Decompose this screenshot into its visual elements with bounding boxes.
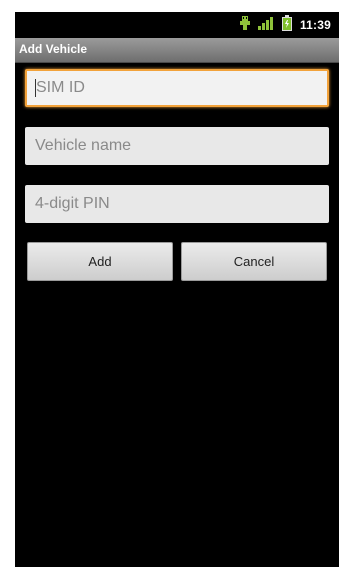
sim-id-placeholder: SIM ID xyxy=(36,79,85,96)
title-bar: Add Vehicle xyxy=(15,38,339,63)
battery-icon xyxy=(281,14,292,36)
status-bar: 11:39 xyxy=(15,12,339,38)
phone-screen: 11:39 Add Vehicle SIM ID Vehicle name 4-… xyxy=(15,12,339,567)
vehicle-name-placeholder: Vehicle name xyxy=(35,137,132,154)
cancel-button[interactable]: Cancel xyxy=(181,242,327,281)
pin-placeholder: 4-digit PIN xyxy=(35,195,110,212)
usb-debug-icon xyxy=(239,15,250,35)
pin-field[interactable]: 4-digit PIN xyxy=(25,185,329,223)
add-button[interactable]: Add xyxy=(27,242,173,281)
status-icons: 11:39 xyxy=(239,14,331,36)
vehicle-name-field[interactable]: Vehicle name xyxy=(25,127,329,165)
page-title: Add Vehicle xyxy=(19,42,88,56)
status-time: 11:39 xyxy=(299,18,331,32)
sim-id-field[interactable]: SIM ID xyxy=(25,69,329,107)
signal-icon xyxy=(257,16,274,35)
